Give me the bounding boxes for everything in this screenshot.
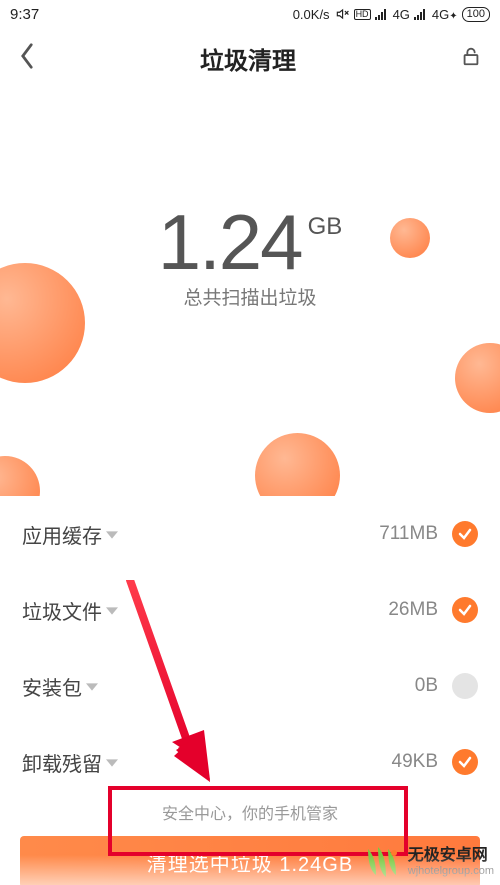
caret-down-icon: [106, 606, 118, 616]
hero-area: 1.24GB 总共扫描出垃圾: [0, 88, 500, 496]
junk-size-value: 1.24: [158, 203, 302, 281]
watermark-url: wjhotelgroup.com: [408, 865, 494, 877]
decorative-circle: [455, 343, 500, 413]
watermark: 无极安卓网 wjhotelgroup.com: [362, 845, 494, 879]
footer-hint: 安全中心，你的手机管家: [0, 800, 500, 824]
row-size: 711MB: [379, 523, 438, 545]
app-header: 垃圾清理: [0, 28, 500, 88]
junk-size-unit: GB: [308, 213, 343, 240]
category-row-junk-files[interactable]: 垃圾文件 26MB: [0, 572, 500, 648]
chevron-left-icon: [18, 42, 36, 70]
lock-icon: [460, 44, 482, 68]
decorative-circle: [255, 433, 340, 496]
row-size: 26MB: [388, 599, 438, 621]
status-net1: 4G: [393, 7, 410, 22]
status-netspeed: 0.0K/s: [293, 7, 330, 22]
row-size: 0B: [415, 675, 438, 697]
header-action-button[interactable]: [460, 44, 482, 73]
decorative-circle: [0, 456, 40, 496]
check-icon: [457, 526, 473, 542]
row-label: 安装包: [22, 672, 82, 701]
row-label: 垃圾文件: [22, 596, 102, 625]
hero-subtitle: 总共扫描出垃圾: [0, 283, 500, 310]
row-size: 49KB: [392, 751, 438, 773]
watermark-logo-icon: [362, 845, 402, 879]
caret-down-icon: [86, 682, 98, 692]
row-label: 卸载残留: [22, 748, 102, 777]
junk-category-list: 应用缓存 711MB 垃圾文件 26MB 安装包 0B 卸载残留: [0, 496, 500, 800]
battery-icon: 100: [462, 7, 490, 22]
status-bar: 9:37 0.0K/s HD 4G 4G✦ 100: [0, 0, 500, 28]
back-button[interactable]: [18, 42, 36, 75]
signal-icon-1: [375, 8, 389, 20]
category-row-apk[interactable]: 安装包 0B: [0, 648, 500, 724]
row-checkbox[interactable]: [452, 521, 478, 547]
check-icon: [457, 602, 473, 618]
row-checkbox[interactable]: [452, 597, 478, 623]
status-net2: 4G✦: [432, 7, 458, 22]
check-icon: [457, 754, 473, 770]
page-title: 垃圾清理: [36, 41, 460, 76]
category-row-residual[interactable]: 卸载残留 49KB: [0, 724, 500, 800]
caret-down-icon: [106, 530, 118, 540]
signal-icon-2: [414, 8, 428, 20]
caret-down-icon: [106, 758, 118, 768]
row-label: 应用缓存: [22, 520, 102, 549]
hd-icon: HD: [354, 9, 371, 20]
row-checkbox[interactable]: [452, 749, 478, 775]
status-time: 9:37: [10, 6, 39, 23]
status-right: 0.0K/s HD 4G 4G✦ 100: [293, 7, 490, 22]
row-checkbox[interactable]: [452, 673, 478, 699]
mute-icon: [334, 7, 350, 21]
category-row-app-cache[interactable]: 应用缓存 711MB: [0, 496, 500, 572]
watermark-title: 无极安卓网: [408, 847, 494, 865]
